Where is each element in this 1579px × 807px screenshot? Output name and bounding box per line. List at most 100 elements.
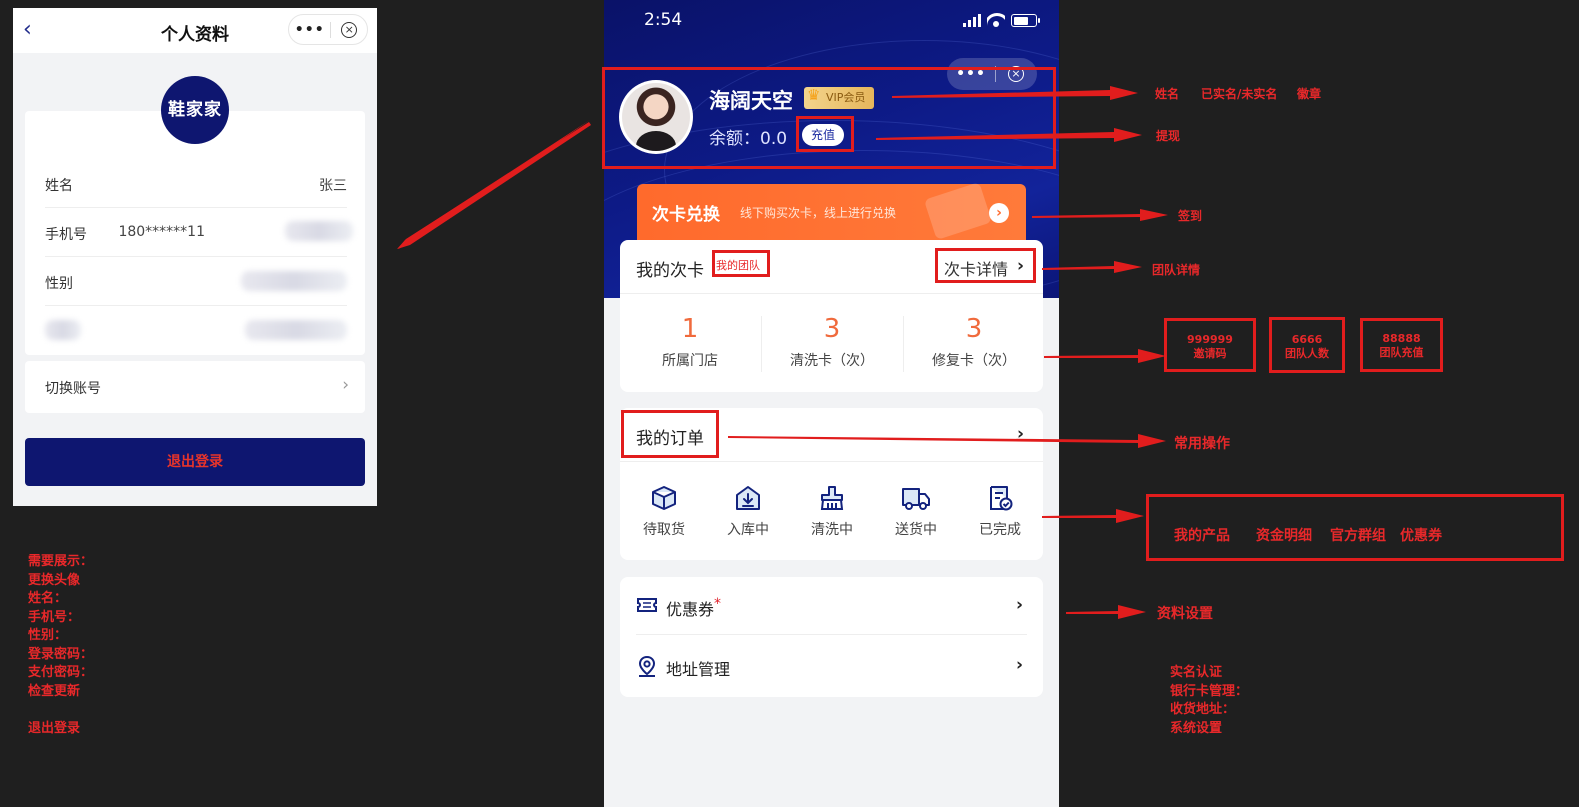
note-line — [28, 701, 93, 720]
annotation-left-notes: 需要展示： 更换头像 姓名： 手机号： 性别： 登录密码： 支付密码： 检查更新… — [28, 553, 93, 738]
card-exchange-banner[interactable]: 次卡兑换 线下购买次卡，线上进行兑换 › — [637, 182, 1026, 242]
order-status-label: 待取货 — [643, 522, 685, 538]
order-status-label: 入库中 — [727, 522, 769, 538]
menu-item-label: 优惠券* — [666, 596, 722, 619]
note-line: 姓名： — [28, 591, 68, 606]
field-value: 180******11 — [118, 224, 205, 240]
order-status-cleaning[interactable]: 清洗中 — [797, 484, 867, 539]
stat-repair-card[interactable]: 3 修复卡（次） — [904, 314, 1044, 370]
chevron-right-icon: › — [342, 375, 349, 395]
signal-icon — [963, 14, 981, 27]
annotation-my-products: 我的产品 — [1174, 528, 1230, 544]
annotation-verified: 已实名/未实名 — [1201, 87, 1278, 101]
order-status-pending-pickup[interactable]: 待取货 — [629, 484, 699, 539]
annotation-coupons: 优惠券 — [1400, 528, 1442, 544]
annotation-name: 姓名 — [1155, 87, 1180, 101]
mini-program-capsule: ••• × — [288, 14, 368, 45]
blurred-value — [241, 271, 347, 291]
cleaning-brush-icon — [820, 486, 844, 510]
close-button[interactable]: × — [331, 21, 367, 38]
invite-code-label: 邀请码 — [1193, 347, 1227, 360]
note-line: 检查更新 — [28, 683, 81, 699]
annotation-fund-details: 资金明细 — [1256, 528, 1312, 544]
wifi-icon — [987, 13, 1005, 27]
annotation-profile-settings: 资料设置 — [1157, 606, 1213, 622]
order-status-label: 清洗中 — [811, 522, 853, 538]
menu-item-address[interactable]: 地址管理 › — [636, 637, 1027, 695]
chevron-right-icon[interactable]: › — [1017, 424, 1024, 444]
profile-info-card: 姓名 张三 手机号 180******11 性别 — [25, 111, 365, 355]
blurred-label — [45, 320, 81, 340]
team-recharge-label: 团队充值 — [1379, 346, 1424, 359]
field-label: 姓名 — [45, 178, 73, 194]
note-line: 支付密码： — [28, 665, 94, 680]
annotation-box-product-links: 我的产品 资金明细 官方群组 优惠券 — [1146, 494, 1564, 561]
menu-item-label: 地址管理 — [666, 660, 731, 679]
field-row-phone[interactable]: 手机号 180******11 — [45, 208, 353, 257]
menu-list-panel: 优惠券* › 地址管理 › — [620, 577, 1043, 697]
note-line: 退出登录 — [28, 720, 81, 736]
team-size-value: 6666 — [1291, 333, 1323, 346]
order-status-delivering[interactable]: 送货中 — [881, 484, 951, 539]
box-icon — [652, 486, 676, 510]
nav-bar: ‹ 个人资料 ••• × — [13, 8, 377, 53]
stat-label: 修复卡（次） — [932, 353, 1016, 369]
avatar[interactable]: 鞋家家 — [161, 76, 229, 144]
arrow-right-icon[interactable]: › — [989, 203, 1009, 223]
blurred-value — [285, 221, 353, 241]
note-line: 更换头像 — [28, 572, 81, 588]
field-label: 手机号 — [45, 227, 87, 243]
profile-page-mockup: ‹ 个人资料 ••• × 鞋家家 姓名 张三 手机号 180******11 性… — [13, 8, 377, 506]
logout-button[interactable]: 退出登录 — [25, 438, 365, 486]
annotation-box-team-size: 6666 团队人数 — [1269, 317, 1345, 373]
status-time: 2:54 — [644, 10, 683, 30]
chevron-right-icon: › — [1015, 655, 1023, 675]
order-status-warehousing[interactable]: 入库中 — [713, 484, 783, 539]
field-row-blurred[interactable] — [45, 306, 347, 355]
completed-doc-icon — [990, 486, 1013, 511]
annotation-checkin: 签到 — [1178, 209, 1203, 223]
field-row-name[interactable]: 姓名 张三 — [45, 159, 347, 208]
promo-title: 次卡兑换 — [652, 205, 720, 225]
note-line: 手机号： — [28, 609, 81, 625]
annotation-box-team-recharge: 88888 团队充值 — [1360, 318, 1443, 372]
annotation-settings-list: 实名认证 银行卡管理： 收货地址： 系统设置 — [1170, 664, 1248, 738]
warehouse-icon — [736, 486, 760, 510]
blurred-value — [245, 320, 347, 340]
required-mark: * — [714, 596, 722, 612]
status-icons — [963, 13, 1040, 27]
settings-item: 系统设置 — [1170, 720, 1223, 736]
stat-value: 3 — [823, 314, 841, 344]
promo-subtitle: 线下购买次卡，线上进行兑换 — [740, 206, 897, 220]
annotation-box-my-orders — [621, 410, 719, 458]
card-decor-icon — [923, 182, 993, 240]
stat-wash-card[interactable]: 3 清洗卡（次） — [762, 314, 902, 370]
more-icon[interactable]: ••• — [289, 22, 330, 38]
order-status-label: 送货中 — [895, 522, 937, 538]
note-line: 性别： — [28, 628, 68, 643]
settings-item: 实名认证 — [1170, 665, 1223, 680]
note-line: 登录密码： — [28, 646, 94, 662]
annotation-box-my-team: 我的团队 — [712, 250, 770, 277]
annotation-box-card-detail — [935, 248, 1036, 283]
order-status-completed[interactable]: 已完成 — [965, 484, 1035, 539]
field-row-gender[interactable]: 性别 — [45, 257, 347, 306]
menu-item-coupons[interactable]: 优惠券* › — [636, 577, 1027, 635]
note-line: 需要展示： — [28, 554, 94, 569]
stat-label: 所属门店 — [662, 353, 718, 369]
close-icon: × — [341, 21, 358, 38]
battery-icon — [1011, 14, 1040, 27]
field-label: 性别 — [45, 276, 73, 292]
team-size-label: 团队人数 — [1285, 347, 1329, 360]
annotation-badge: 徽章 — [1297, 87, 1322, 101]
stat-store[interactable]: 1 所属门店 — [620, 314, 760, 370]
annotation-common-ops: 常用操作 — [1174, 436, 1230, 452]
annotation-withdraw: 提现 — [1156, 129, 1181, 143]
invite-code-value: 999999 — [1187, 333, 1233, 346]
delivery-truck-icon — [902, 488, 930, 510]
switch-account-row[interactable]: 切换账号 › — [25, 361, 365, 413]
location-pin-icon — [638, 655, 656, 677]
stat-value: 3 — [965, 314, 983, 344]
settings-item: 银行卡管理： — [1170, 683, 1249, 699]
annotation-team-detail: 团队详情 — [1152, 263, 1201, 277]
